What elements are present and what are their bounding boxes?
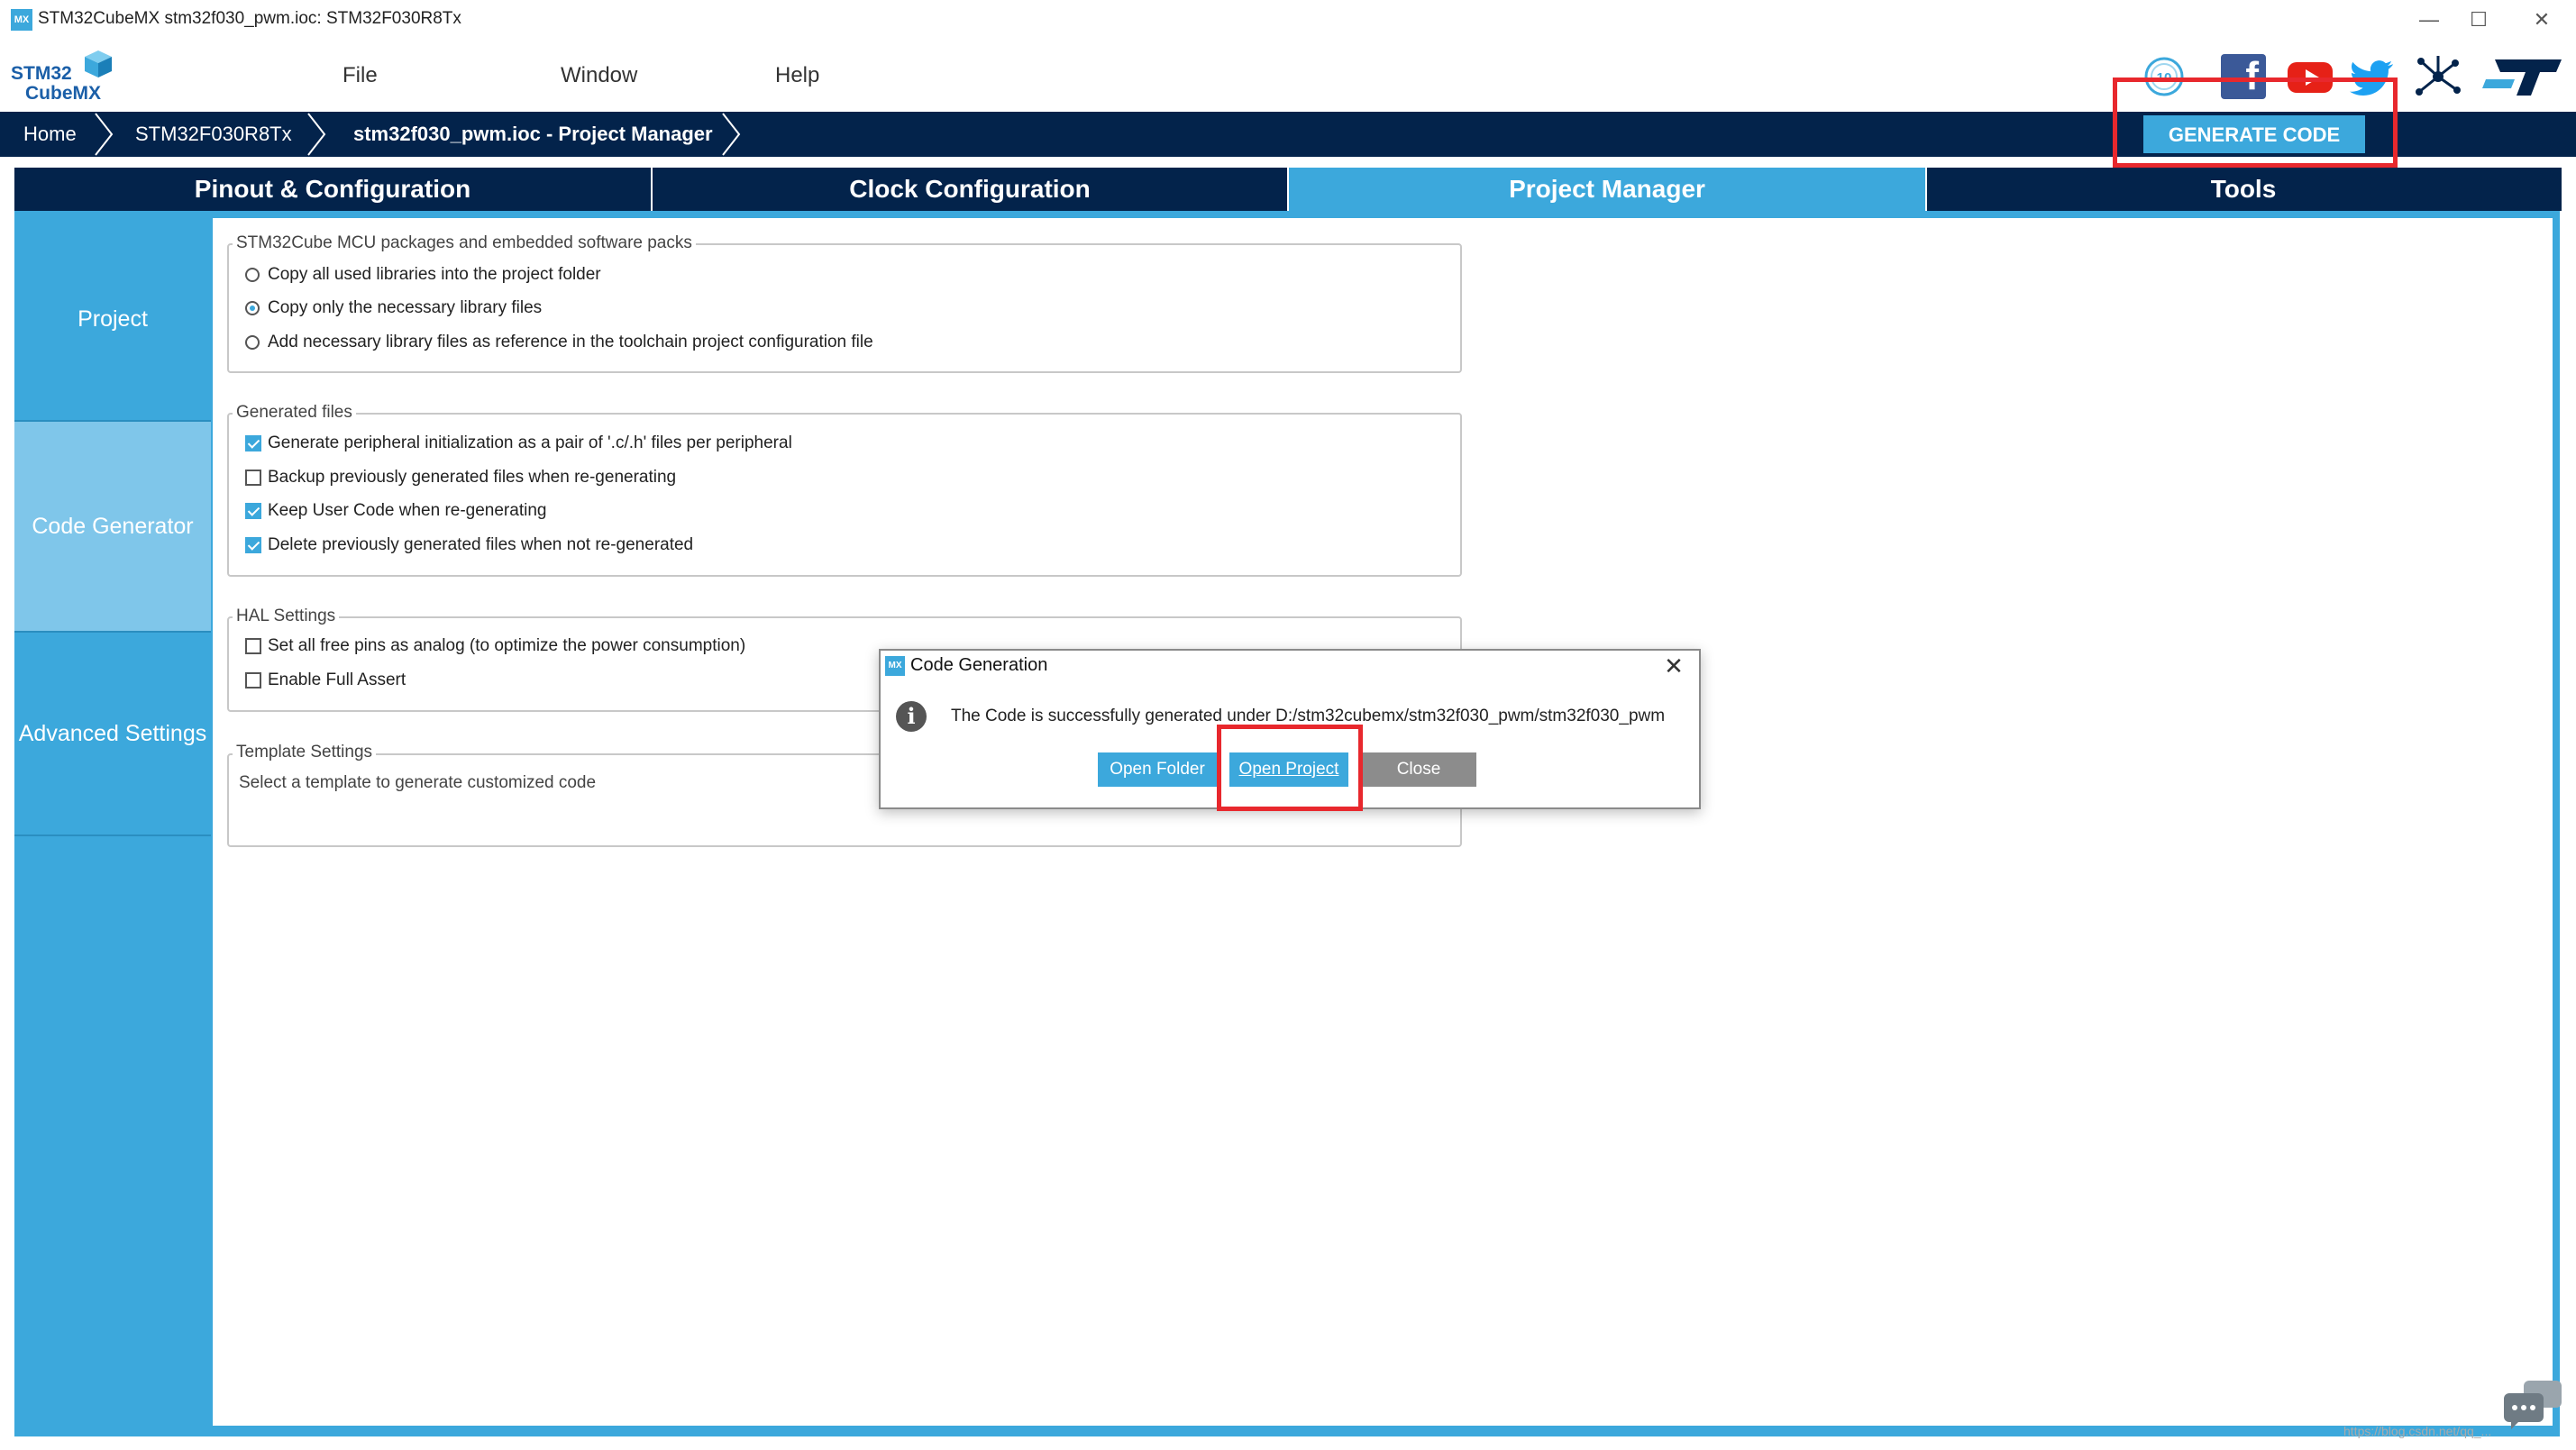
network-icon[interactable]	[2414, 52, 2462, 101]
watermark-text: https://blog.csdn.net/qq_...	[2343, 1424, 2492, 1438]
st-logo-text: ST	[2500, 92, 2502, 94]
checkbox-full-assert-label[interactable]: Enable Full Assert	[268, 670, 406, 690]
open-folder-button[interactable]: Open Folder	[1098, 752, 1217, 787]
breadcrumb-chevron-icon	[722, 113, 741, 156]
menu-help[interactable]: Help	[775, 63, 819, 88]
menu-file[interactable]: File	[343, 63, 378, 88]
app-icon: MX	[11, 9, 32, 31]
tab-pinout[interactable]: Pinout & Configuration	[14, 168, 651, 211]
window-title: STM32CubeMX stm32f030_pwm.ioc: STM32F030…	[38, 9, 461, 28]
sidebar-item-advanced-settings[interactable]: Advanced Settings	[14, 721, 211, 747]
dialog-title: Code Generation	[910, 655, 1048, 675]
radio-copy-necessary-label[interactable]: Copy only the necessary library files	[268, 298, 542, 318]
stm32cubemx-logo: STM32 CubeMX	[11, 47, 119, 106]
tab-project-manager[interactable]: Project Manager	[1289, 168, 1925, 211]
cube-icon	[85, 50, 112, 78]
checkbox-backup-label[interactable]: Backup previously generated files when r…	[268, 468, 676, 488]
generated-files-legend: Generated files	[233, 403, 356, 423]
breadcrumb-mcu[interactable]: STM32F030R8Tx	[135, 112, 292, 157]
checkbox-keep-user-code[interactable]	[245, 503, 261, 519]
breadcrumb-chevron-icon	[95, 113, 114, 156]
checkbox-full-assert[interactable]	[245, 672, 261, 689]
dialog-app-icon: MX	[885, 656, 905, 676]
radio-add-reference-label[interactable]: Add necessary library files as reference…	[268, 333, 873, 352]
checkbox-backup[interactable]	[245, 470, 261, 486]
menu-window[interactable]: Window	[561, 63, 637, 88]
chat-icon	[2504, 1381, 2562, 1429]
radio-copy-necessary[interactable]	[245, 301, 260, 315]
breadcrumb-home[interactable]: Home	[23, 112, 77, 157]
highlight-generate-code	[2113, 78, 2398, 168]
radio-copy-all-label[interactable]: Copy all used libraries into the project…	[268, 265, 601, 285]
checkbox-delete-previous-label[interactable]: Delete previously generated files when n…	[268, 535, 693, 555]
breadcrumb-chevron-icon	[307, 113, 326, 156]
checkbox-keep-user-code-label[interactable]: Keep User Code when re-generating	[268, 501, 546, 521]
sidebar-divider	[14, 834, 211, 836]
logo-line-1: STM32	[11, 63, 72, 84]
checkbox-peripheral-init-label[interactable]: Generate peripheral initialization as a …	[268, 433, 792, 453]
checkbox-peripheral-init[interactable]	[245, 435, 261, 451]
breadcrumb-project[interactable]: stm32f030_pwm.ioc - Project Manager	[353, 112, 713, 157]
template-settings-legend: Template Settings	[233, 743, 377, 762]
checkbox-free-pins-analog-label[interactable]: Set all free pins as analog (to optimize…	[268, 636, 745, 656]
packs-legend: STM32Cube MCU packages and embedded soft…	[233, 233, 696, 253]
maximize-button[interactable]: ☐	[2447, 5, 2510, 34]
window-close-button[interactable]: ✕	[2510, 5, 2573, 34]
logo-line-2: CubeMX	[25, 83, 101, 104]
highlight-open-project	[1217, 725, 1363, 811]
hal-settings-legend: HAL Settings	[233, 606, 340, 626]
radio-copy-all[interactable]	[245, 268, 260, 282]
checkbox-free-pins-analog[interactable]	[245, 638, 261, 654]
tab-clock[interactable]: Clock Configuration	[653, 168, 1287, 211]
checkbox-delete-previous[interactable]	[245, 537, 261, 553]
sidebar-item-project[interactable]: Project	[14, 306, 211, 333]
radio-add-reference[interactable]	[245, 335, 260, 350]
st-logo-icon[interactable]: ST	[2482, 52, 2563, 101]
title-bar: MX STM32CubeMX stm32f030_pwm.ioc: STM32F…	[0, 0, 2576, 42]
template-settings-text: Select a template to generate customized…	[239, 773, 597, 792]
dialog-close-icon[interactable]: ✕	[1658, 651, 1689, 681]
sidebar-item-code-generator[interactable]: Code Generator	[14, 514, 211, 540]
sidebar-divider	[14, 631, 211, 633]
info-icon: i	[896, 701, 927, 732]
dialog-close-button[interactable]: Close	[1361, 752, 1476, 787]
dialog-message: The Code is successfully generated under…	[951, 707, 1666, 725]
tab-tools[interactable]: Tools	[1927, 168, 2560, 211]
